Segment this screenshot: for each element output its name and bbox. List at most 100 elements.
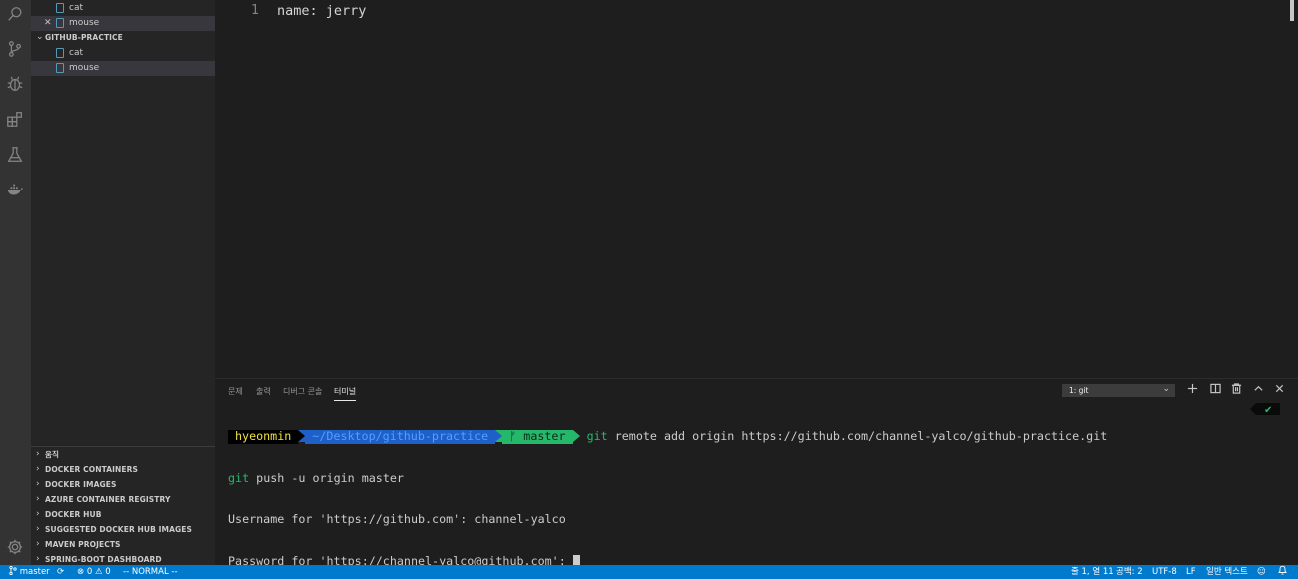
chevron-right-icon: › bbox=[36, 464, 40, 474]
folder-header[interactable]: ⌄ GITHUB-PRACTICE bbox=[31, 30, 215, 45]
chevron-right-icon: › bbox=[36, 494, 40, 504]
file-icon bbox=[56, 63, 64, 73]
powerline-separator-icon bbox=[572, 430, 580, 442]
terminal-select[interactable]: 1: git ⌄ bbox=[1062, 384, 1175, 397]
error-count: 0 bbox=[86, 567, 93, 577]
trash-icon[interactable] bbox=[1229, 383, 1243, 397]
maximize-panel-icon[interactable] bbox=[1251, 383, 1265, 397]
open-editor-item[interactable]: ✕ mouse bbox=[31, 16, 215, 31]
powerline-separator-icon bbox=[298, 430, 306, 442]
tab-output[interactable]: 출력 bbox=[256, 386, 271, 397]
section-label: DOCKER IMAGES bbox=[45, 480, 117, 489]
indentation[interactable]: 공백: 2 bbox=[1116, 565, 1143, 579]
file-item[interactable]: mouse bbox=[31, 61, 215, 76]
chevron-right-icon: › bbox=[36, 509, 40, 519]
terminal-output[interactable]: hyeonmin ~/Desktop/github-practice ᚠ maste… bbox=[228, 402, 1107, 579]
status-check-icon: ✔ bbox=[1250, 403, 1280, 415]
cursor-position[interactable]: 줄 1, 열 11 bbox=[1071, 565, 1114, 579]
docker-icon[interactable] bbox=[5, 180, 25, 200]
prompt-branch: ᚠ master bbox=[502, 429, 573, 444]
debug-icon[interactable] bbox=[5, 74, 25, 94]
tab-debug-console[interactable]: 디버그 콘솔 bbox=[283, 386, 322, 397]
terminal-line: git push -u origin master bbox=[228, 470, 1107, 486]
feedback-icon[interactable]: ☺ bbox=[1257, 565, 1266, 579]
chevron-right-icon: › bbox=[36, 449, 40, 459]
problems-status[interactable]: ⊗ 0 ⚠ 0 bbox=[77, 565, 111, 579]
file-label: cat bbox=[69, 48, 83, 58]
open-editor-label: mouse bbox=[69, 18, 100, 28]
branch-glyph: ᚠ bbox=[509, 429, 517, 443]
section-label: DOCKER HUB bbox=[45, 510, 102, 519]
vim-mode: -- NORMAL -- bbox=[123, 567, 178, 577]
encoding[interactable]: UTF-8 bbox=[1152, 565, 1177, 579]
sync-icon[interactable]: ⟳ bbox=[57, 565, 64, 579]
line-number: 1 bbox=[251, 3, 259, 18]
terminal-select-value: 1: git bbox=[1069, 386, 1089, 395]
new-terminal-icon[interactable] bbox=[1185, 383, 1199, 397]
prompt-line: hyeonmin ~/Desktop/github-practice ᚠ maste… bbox=[228, 429, 1108, 444]
section-header[interactable]: › DOCKER IMAGES bbox=[31, 477, 215, 492]
tab-problems[interactable]: 문제 bbox=[228, 386, 243, 397]
terminal-line: Username for 'https://github.com': chann… bbox=[228, 512, 566, 527]
command-args: push -u origin master bbox=[249, 470, 404, 485]
branch-label: master bbox=[19, 567, 50, 577]
bell-icon[interactable] bbox=[1278, 565, 1287, 579]
section-header[interactable]: › 움직 bbox=[31, 447, 215, 462]
branch-status[interactable]: master bbox=[9, 565, 50, 579]
open-editor-item[interactable]: cat bbox=[31, 1, 215, 16]
command-name: git bbox=[586, 429, 608, 443]
gear-icon[interactable] bbox=[5, 537, 25, 557]
status-bar: master ⟳ ⊗ 0 ⚠ 0 -- NORMAL -- 줄 1, 열 11 … bbox=[0, 565, 1298, 579]
warning-icon: ⚠ bbox=[94, 567, 103, 577]
command-name: git bbox=[228, 470, 250, 485]
section-header[interactable]: › AZURE CONTAINER REGISTRY bbox=[31, 492, 215, 507]
chevron-right-icon: › bbox=[36, 524, 40, 534]
chevron-down-icon: ⌄ bbox=[36, 32, 44, 42]
prompt-user: hyeonmin bbox=[228, 429, 299, 444]
activity-bar bbox=[0, 0, 31, 565]
close-panel-icon[interactable] bbox=[1272, 383, 1286, 397]
search-icon[interactable] bbox=[5, 4, 25, 24]
extensions-icon[interactable] bbox=[5, 109, 25, 129]
section-header[interactable]: › DOCKER CONTAINERS bbox=[31, 462, 215, 477]
file-icon bbox=[56, 3, 64, 13]
file-icon bbox=[56, 18, 64, 28]
section-header[interactable]: › MAVEN PROJECTS bbox=[31, 537, 215, 552]
section-label: MAVEN PROJECTS bbox=[45, 540, 121, 549]
section-label: DOCKER CONTAINERS bbox=[45, 465, 138, 474]
source-control-icon[interactable] bbox=[5, 39, 25, 59]
branch-icon bbox=[9, 565, 17, 576]
sidebar: cat ✕ mouse ⌄ GITHUB-PRACTICE cat mouse … bbox=[31, 0, 215, 565]
view-sections: › 움직 › DOCKER CONTAINERS › DOCKER IMAGES › A… bbox=[31, 446, 215, 564]
command-args: remote add origin https://github.com/cha… bbox=[607, 429, 1108, 443]
terminal-panel: 문제 출력 디버그 콘솔 터미널 1: git ⌄ hyeonmin ~/Desk… bbox=[215, 378, 1298, 568]
section-label: 움직 bbox=[45, 450, 59, 459]
prompt-path: ~/Desktop/github-practice bbox=[305, 429, 496, 444]
chevron-right-icon: › bbox=[36, 539, 40, 549]
file-icon bbox=[56, 48, 64, 58]
language-mode[interactable]: 일반 텍스트 bbox=[1206, 565, 1248, 579]
close-icon[interactable]: ✕ bbox=[44, 16, 52, 31]
chevron-down-icon: ⌄ bbox=[1162, 384, 1170, 394]
chevron-right-icon: › bbox=[36, 479, 40, 489]
end-of-line[interactable]: LF bbox=[1186, 565, 1196, 579]
folder-label: GITHUB-PRACTICE bbox=[45, 33, 123, 42]
flask-icon[interactable] bbox=[5, 145, 25, 165]
section-label: AZURE CONTAINER REGISTRY bbox=[45, 495, 171, 504]
editor[interactable]: 1 name: jerry bbox=[215, 0, 1298, 378]
check-mark: ✔ bbox=[1264, 405, 1272, 415]
section-header[interactable]: › DOCKER HUB bbox=[31, 507, 215, 522]
section-label: SUGGESTED DOCKER HUB IMAGES bbox=[45, 525, 192, 534]
split-terminal-icon[interactable] bbox=[1208, 383, 1222, 397]
error-icon: ⊗ bbox=[77, 567, 85, 577]
open-editor-label: cat bbox=[69, 3, 83, 13]
warning-count: 0 bbox=[105, 567, 111, 577]
file-item[interactable]: cat bbox=[31, 46, 215, 61]
prompt-branch-name: master bbox=[523, 429, 566, 443]
file-label: mouse bbox=[69, 63, 100, 73]
powerline-separator-icon bbox=[495, 430, 503, 442]
section-header[interactable]: › SUGGESTED DOCKER HUB IMAGES bbox=[31, 522, 215, 537]
scrollbar-thumb[interactable] bbox=[1290, 0, 1294, 21]
code-line[interactable]: name: jerry bbox=[277, 3, 366, 19]
tab-terminal[interactable]: 터미널 bbox=[334, 386, 357, 401]
